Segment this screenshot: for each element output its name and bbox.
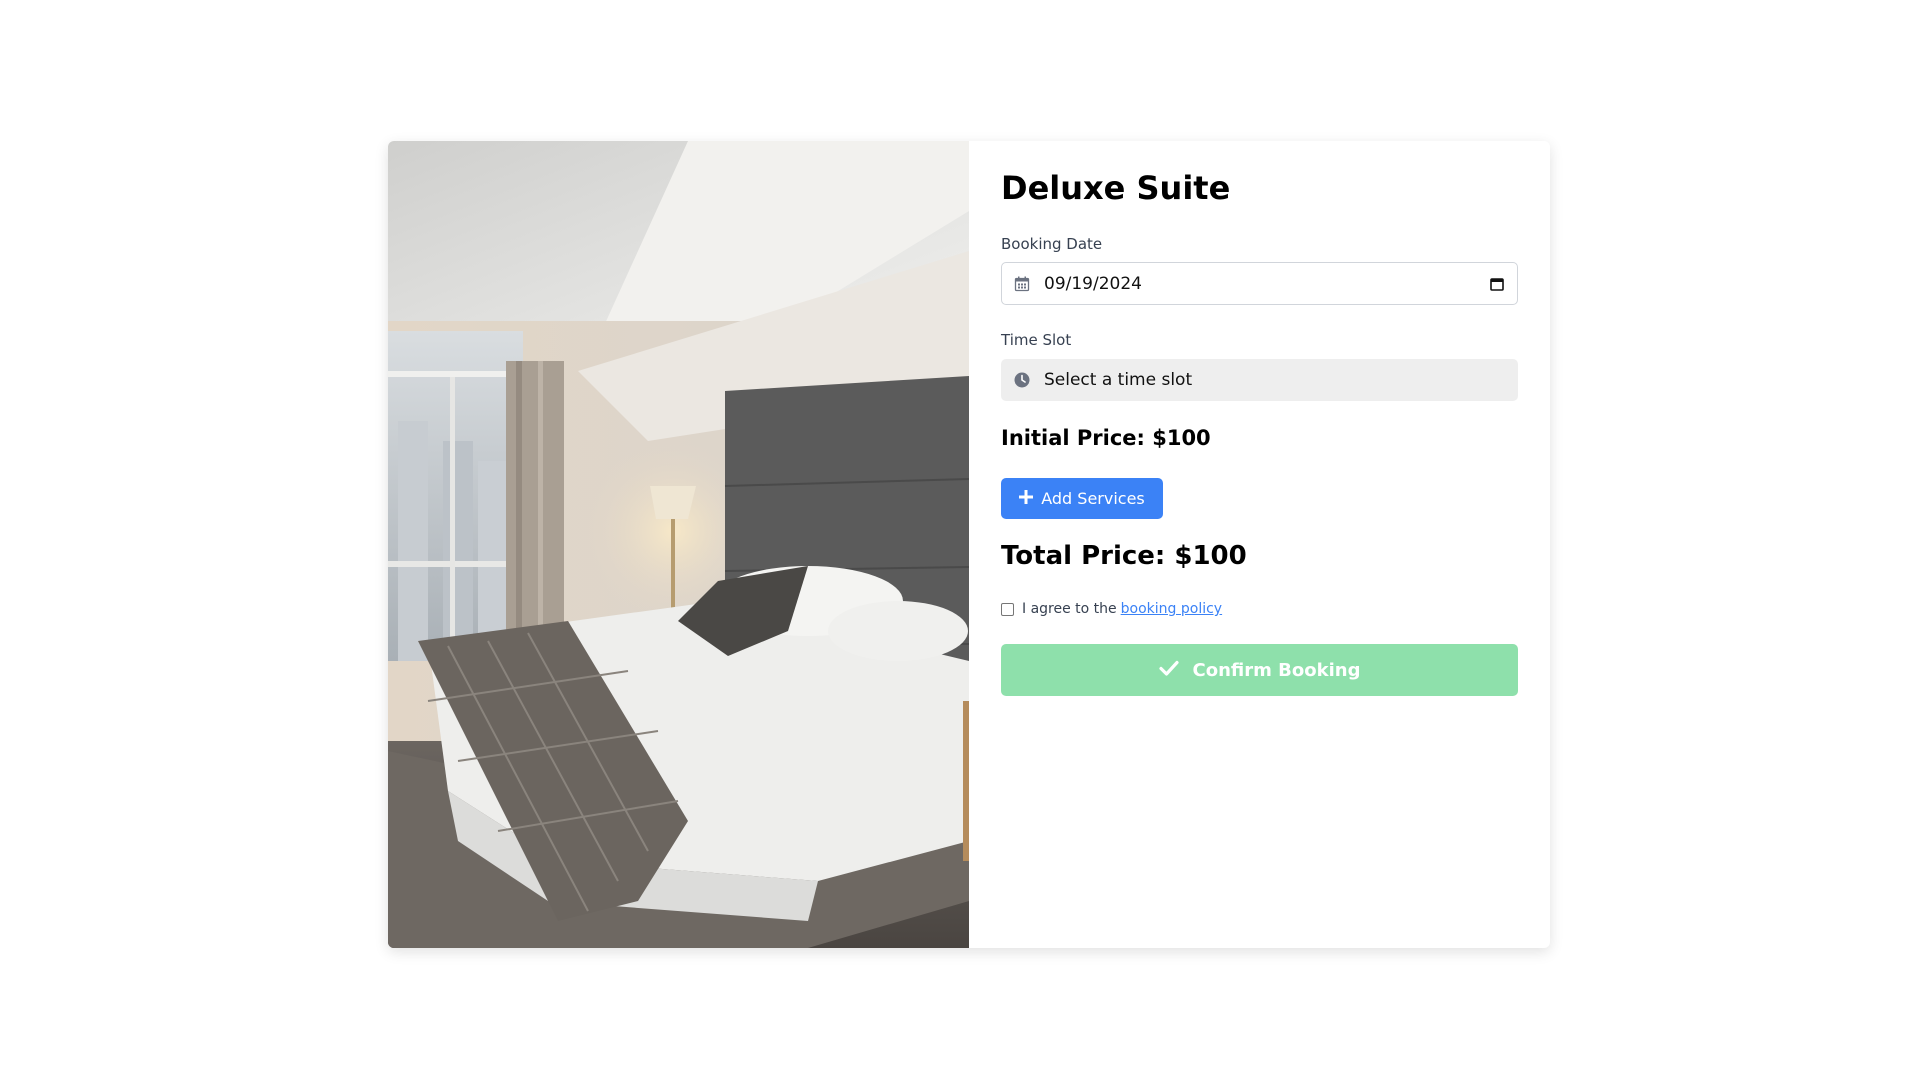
agree-checkbox[interactable]: [1001, 602, 1014, 616]
clock-icon: [1014, 372, 1030, 388]
time-slot-placeholder: Select a time slot: [1044, 370, 1193, 390]
room-photo: [388, 141, 969, 948]
policy-agreement: I agree to the booking policy: [1001, 601, 1222, 617]
confirm-booking-label: Confirm Booking: [1192, 659, 1361, 681]
calendar-picker-icon[interactable]: [1489, 276, 1505, 292]
booking-date-label: Booking Date: [1001, 235, 1103, 253]
add-services-button[interactable]: Add Services: [1001, 478, 1163, 519]
agree-text: I agree to the: [1022, 601, 1117, 617]
booking-form: Deluxe Suite Booking Date 09/19/2024 Tim…: [969, 141, 1550, 948]
confirm-booking-button[interactable]: Confirm Booking: [1001, 644, 1518, 696]
total-price: Total Price: $100: [1001, 541, 1247, 571]
time-slot-select[interactable]: Select a time slot: [1001, 359, 1518, 401]
calendar-icon: [1014, 276, 1030, 292]
add-services-label: Add Services: [1041, 489, 1145, 508]
room-title: Deluxe Suite: [1001, 169, 1231, 207]
booking-card: Deluxe Suite Booking Date 09/19/2024 Tim…: [388, 141, 1550, 948]
check-icon: [1158, 660, 1179, 681]
initial-price: Initial Price: $100: [1001, 426, 1211, 450]
booking-date-value: 09/19/2024: [1044, 273, 1142, 294]
plus-icon: [1019, 489, 1034, 508]
booking-policy-link[interactable]: booking policy: [1121, 601, 1222, 617]
booking-date-input[interactable]: 09/19/2024: [1001, 262, 1518, 305]
time-slot-label: Time Slot: [1001, 331, 1072, 349]
